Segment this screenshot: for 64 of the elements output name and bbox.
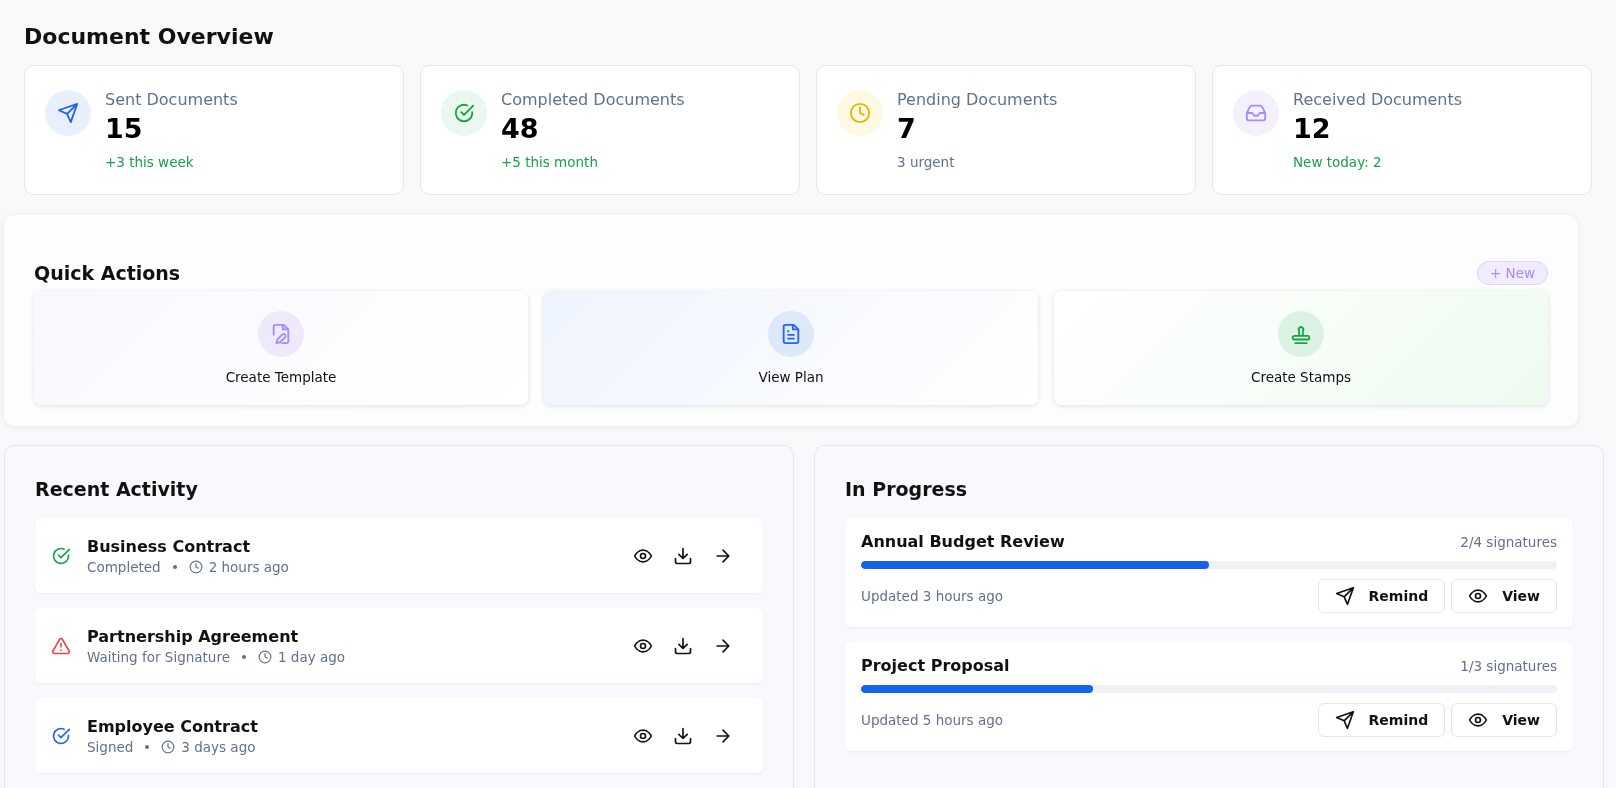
document-status: Signed	[87, 738, 134, 755]
separator-dot	[241, 654, 246, 659]
document-time: 1 day ago	[277, 648, 346, 665]
stat-label: Received Documents	[1293, 90, 1463, 109]
document-status: Waiting for Signature	[87, 648, 230, 665]
document-name: Project Proposal	[861, 656, 1010, 675]
stamp-icon	[1290, 323, 1312, 345]
stat-note: +5 this month	[501, 154, 599, 170]
clock-icon	[849, 102, 871, 124]
view-button[interactable]: View	[1451, 579, 1557, 613]
file-pen-icon	[270, 323, 292, 345]
eye-icon	[1468, 710, 1489, 730]
document-name: Business Contract	[87, 536, 252, 556]
stat-value: 15	[105, 113, 144, 144]
quick-action-tile[interactable]: Create Stamps	[1054, 291, 1548, 405]
quick-action-tile[interactable]: View Plan	[544, 291, 1038, 405]
clock-icon	[257, 649, 272, 664]
send-icon	[1334, 710, 1355, 730]
quick-action-tile[interactable]: Create Template	[34, 291, 528, 405]
document-time: 3 days ago	[181, 738, 256, 755]
stat-label: Sent Documents	[105, 90, 238, 109]
eye-icon	[1468, 586, 1489, 606]
stat-label: Completed Documents	[501, 90, 685, 109]
separator-dot	[172, 564, 177, 569]
document-name: Employee Contract	[87, 716, 259, 736]
send-icon	[57, 102, 79, 124]
view-button[interactable]: View	[1451, 703, 1557, 737]
section-title: Document Overview	[24, 24, 275, 49]
section-title: Recent Activity	[35, 478, 199, 500]
signature-count: 2/4 signatures	[1460, 533, 1557, 550]
document-name: Partnership Agreement	[87, 626, 300, 646]
section-title: In Progress	[845, 478, 969, 500]
stat-value: 12	[1293, 113, 1332, 144]
check-circle-icon	[51, 545, 71, 566]
stat-value: 7	[897, 113, 917, 144]
download-icon[interactable]	[673, 545, 693, 566]
clock-icon	[161, 739, 176, 754]
stat-note: New today: 2	[1293, 154, 1383, 170]
stat-value: 48	[501, 113, 540, 144]
remind-button[interactable]: Remind	[1317, 703, 1446, 737]
send-icon	[1334, 586, 1355, 606]
download-icon[interactable]	[673, 635, 693, 656]
clock-icon	[188, 559, 203, 574]
updated-time: Updated 3 hours ago	[861, 588, 1003, 604]
inbox-icon	[1245, 102, 1267, 124]
document-time: 2 hours ago	[208, 558, 289, 575]
separator-dot	[145, 744, 150, 749]
check-circle-icon	[51, 725, 71, 746]
document-name: Annual Budget Review	[861, 532, 1065, 551]
download-icon[interactable]	[673, 725, 693, 746]
warning-icon	[51, 635, 71, 656]
signature-count: 1/3 signatures	[1460, 657, 1557, 674]
remind-button[interactable]: Remind	[1317, 579, 1446, 613]
document-status: Completed	[87, 558, 161, 575]
section-title: Quick Actions	[34, 262, 181, 284]
stat-note: 3 urgent	[897, 154, 956, 170]
activity-row[interactable]: Partnership Agreement Waiting for Signature 1 day ago	[35, 608, 763, 683]
document-icon	[780, 323, 802, 345]
activity-row[interactable]: Employee Contract Signed 3 days ago	[35, 698, 763, 773]
check-circle-icon	[453, 102, 475, 124]
stat-note: +3 this week	[105, 154, 195, 170]
stat-label: Pending Documents	[897, 90, 1058, 109]
activity-row[interactable]: Business Contract Completed 2 hours ago	[35, 518, 763, 593]
updated-time: Updated 5 hours ago	[861, 712, 1003, 728]
